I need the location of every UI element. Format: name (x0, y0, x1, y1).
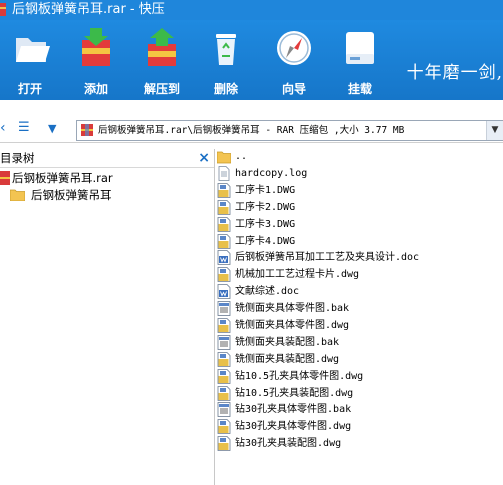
wizard-label: 向导 (281, 82, 306, 96)
list-view-icon[interactable]: ☰ (18, 120, 30, 135)
text-file-icon (217, 166, 231, 181)
file-list: .. hardcopy.log 工序卡1.DWG 工序卡2.DWG 工序卡3.DWG 工序… (215, 149, 503, 485)
window-title: 后钢板弹簧吊耳.rar - 快压 (12, 2, 165, 17)
delete-label: 删除 (213, 82, 238, 96)
doc-file-icon (217, 250, 231, 265)
dwg-file-icon (217, 318, 231, 333)
view-dropdown-icon[interactable]: ▼ (48, 122, 56, 135)
doc-file-icon (217, 284, 231, 299)
delete-button[interactable]: 删除 (196, 26, 256, 97)
dwg-file-icon (217, 386, 231, 401)
file-name: 铣侧面夹具装配图.bak (235, 337, 340, 348)
dwg-file-icon (217, 352, 231, 367)
file-name: 工序卡3.DWG (235, 219, 296, 230)
directory-tree-title: 目录树 (0, 151, 35, 165)
file-name: 工序卡2.DWG (235, 202, 296, 213)
folder-up-icon (216, 149, 232, 164)
bak-file-icon (217, 301, 231, 316)
wizard-button[interactable]: 向导 (264, 26, 324, 97)
dwg-file-icon (217, 267, 231, 282)
file-name: 钻10.5孔夹具装配图.dwg (235, 388, 354, 399)
rar-archive-icon (0, 171, 10, 185)
dwg-file-icon (217, 369, 231, 384)
file-name: 铣侧面夹具装配图.dwg (235, 354, 340, 365)
open-folder-icon (16, 38, 50, 62)
rar-archive-icon (81, 124, 93, 136)
address-dropdown-icon[interactable]: ▼ (486, 121, 503, 140)
directory-tree-panel: 目录树 × 后钢板弹簧吊耳.rar 后钢板弹簧吊耳 (0, 149, 215, 485)
add-archive-icon (82, 28, 110, 66)
extract-label: 解压到 (143, 82, 180, 96)
file-name: 铣侧面夹具体零件图.dwg (235, 320, 350, 331)
dwg-file-icon (217, 419, 231, 434)
file-name: 铣侧面夹具体零件图.bak (235, 303, 350, 314)
mount-button[interactable]: 挂载 (330, 26, 390, 97)
tree-item-label: 后钢板弹簧吊耳 (31, 188, 112, 202)
file-name: 钻30孔夹具体零件图.dwg (235, 421, 352, 432)
recycle-bin-icon (216, 34, 236, 65)
dwg-file-icon (217, 217, 231, 232)
slogan-text: 十年磨一剑, (406, 63, 503, 83)
back-arrow-icon[interactable]: ‹ (0, 120, 6, 136)
file-name: 文献综述.doc (235, 286, 300, 297)
dwg-file-icon (217, 234, 231, 249)
address-field[interactable]: 后钢板弹簧吊耳.rar\后钢板弹簧吊耳 - RAR 压缩包 ,大小 3.77 M… (76, 120, 503, 141)
address-bar: ‹ ☰ ▼ 后钢板弹簧吊耳.rar\后钢板弹簧吊耳 - RAR 压缩包 ,大小 … (0, 116, 503, 143)
add-button[interactable]: 添加 (66, 26, 126, 97)
open-label: 打开 (17, 82, 42, 96)
file-name: 后钢板弹簧吊耳加工工艺及夹具设计.doc (235, 252, 420, 263)
file-name: 钻10.5孔夹具体零件图.dwg (235, 371, 364, 382)
file-name: .. (235, 151, 248, 162)
dwg-file-icon (217, 200, 231, 215)
folder-icon (10, 189, 25, 201)
extract-archive-icon (148, 28, 176, 66)
open-button[interactable]: 打开 (0, 26, 60, 97)
file-name: 机械加工工艺过程卡片.dwg (235, 269, 360, 280)
toolbar: 打开 添加 解压到 删除 向导 挂载 十年磨一剑, (0, 20, 503, 100)
add-label: 添加 (83, 82, 108, 96)
file-name: 钻30孔夹具体零件图.bak (235, 404, 352, 415)
app-icon (0, 3, 6, 16)
dwg-file-icon (217, 436, 231, 451)
mount-label: 挂载 (347, 82, 372, 96)
file-name: 工序卡1.DWG (235, 185, 296, 196)
title-bar: 后钢板弹簧吊耳.rar - 快压 (0, 0, 503, 20)
close-icon[interactable]: × (198, 149, 210, 167)
dwg-file-icon (217, 183, 231, 198)
extract-button[interactable]: 解压到 (132, 26, 192, 97)
bak-file-icon (217, 335, 231, 350)
directory-tree-header: 目录树 × (0, 149, 214, 168)
drive-icon (346, 32, 374, 64)
file-name: 钻30孔夹具装配图.dwg (235, 438, 342, 449)
bak-file-icon (217, 402, 231, 417)
tree-item-label: 后钢板弹簧吊耳.rar (12, 171, 113, 185)
file-name: 工序卡4.DWG (235, 236, 296, 247)
file-name: hardcopy.log (235, 168, 308, 179)
compass-icon (277, 31, 311, 65)
address-path: 后钢板弹簧吊耳.rar\后钢板弹簧吊耳 - RAR 压缩包 ,大小 3.77 M… (98, 125, 405, 136)
